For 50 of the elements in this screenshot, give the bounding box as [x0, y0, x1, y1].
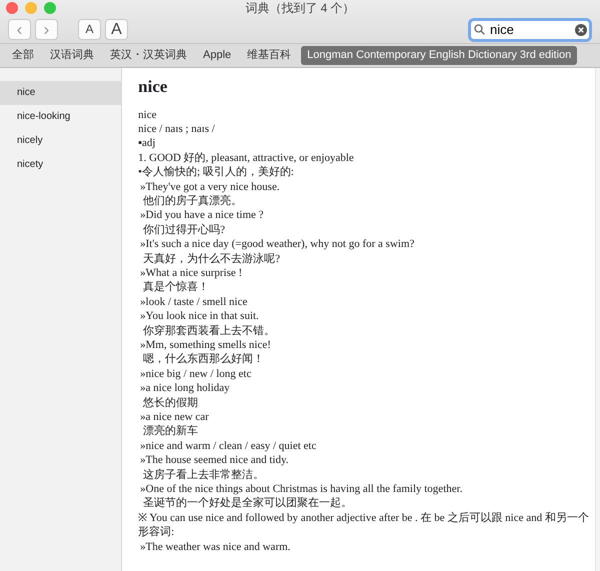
example-sentence: »One of the nice things about Christmas is having all the family together. — [139, 482, 464, 496]
translation-text: 嗯，什么东西那么好闻！ — [142, 352, 266, 367]
entry-headword: nice — [138, 76, 168, 98]
clear-icon[interactable] — [575, 24, 587, 36]
search-field[interactable]: nice — [468, 18, 592, 42]
translation-text: 真是个惊喜！ — [142, 280, 210, 295]
definition-text: ▪adj — [138, 136, 156, 151]
dictionary-tab[interactable]: 英汉・汉英词典 — [104, 46, 193, 64]
dictionary-tab[interactable]: 维基百科 — [241, 46, 298, 64]
example-sentence: »a nice long holiday — [139, 381, 231, 396]
search-icon — [474, 24, 485, 34]
dictionary-tab[interactable]: 汉语词典 — [44, 46, 100, 64]
translation-text: 你穿那套西装看上去不错。 — [142, 324, 276, 338]
definition-text: •令人愉快的; 吸引人的，美好的: — [138, 165, 295, 180]
example-sentence: »nice and warm / clean / easy / quiet etc — [139, 438, 318, 454]
example-sentence: »a nice new car — [139, 410, 210, 424]
dictionary-tab[interactable]: Longman Contemporary English Dictionary 3rd edition — [301, 46, 578, 64]
translation-text: 他们的房子真漂亮。 — [142, 194, 244, 208]
translation-text: 圣诞节的一个好处是全家可以团聚在一起。 — [142, 496, 354, 511]
example-sentence: »They've got a very nice house. — [139, 180, 281, 194]
example-sentence: »look / taste / smell nice — [139, 294, 248, 310]
example-sentence: »You look nice in that suit. — [139, 309, 260, 324]
close-button[interactable] — [6, 2, 18, 14]
example-sentence: »Mm, something smells nice! — [139, 338, 272, 352]
dictionary-tab[interactable]: 全部 — [6, 46, 40, 64]
sidebar-item[interactable]: nice-looking — [0, 104, 122, 128]
example-sentence: »nice big / new / long etc — [139, 366, 252, 382]
definition-text: ※ You can use nice and followed by another adjective after be . 在 be 之后可以跟 nice and 和另一个形容词: — [138, 510, 590, 540]
sidebar-item[interactable]: nicely — [0, 128, 122, 152]
font-smaller-button[interactable]: A — [78, 19, 101, 40]
font-larger-button[interactable]: A — [105, 19, 128, 40]
definition-text: nice / naɪs ; naɪs / — [138, 122, 216, 136]
example-sentence: »The house seemed nice and tidy. — [139, 453, 290, 468]
example-sentence: »It's such a nice day (=good weather), why not go for a swim? — [139, 237, 416, 252]
example-sentence: »The weather was nice and warm. — [139, 540, 292, 554]
minimize-button[interactable] — [25, 2, 37, 14]
definition-text: nice — [138, 108, 158, 122]
translation-text: 悠长的假期 — [142, 396, 200, 410]
example-sentence: »What a nice surprise ! — [139, 266, 244, 280]
translation-text: 这房子看上去非常整洁。 — [142, 468, 266, 482]
dictionary-tab[interactable]: Apple — [197, 46, 238, 64]
sidebar-item[interactable]: nice — [0, 80, 122, 104]
sidebar-item[interactable]: nicety — [0, 152, 122, 176]
example-sentence: »Did you have a nice time ? — [139, 208, 265, 223]
translation-text: 你们过得开心吗? — [142, 222, 226, 238]
translation-text: 漂亮的新车 — [142, 424, 200, 439]
translation-text: 天真好，为什么不去游泳呢? — [142, 252, 282, 266]
zoom-button[interactable] — [44, 2, 56, 14]
definition-text: 1. GOOD 好的, pleasant, attractive, or enjoyable — [138, 150, 355, 166]
window-title: 词典（找到了 4 个） — [245, 0, 355, 16]
